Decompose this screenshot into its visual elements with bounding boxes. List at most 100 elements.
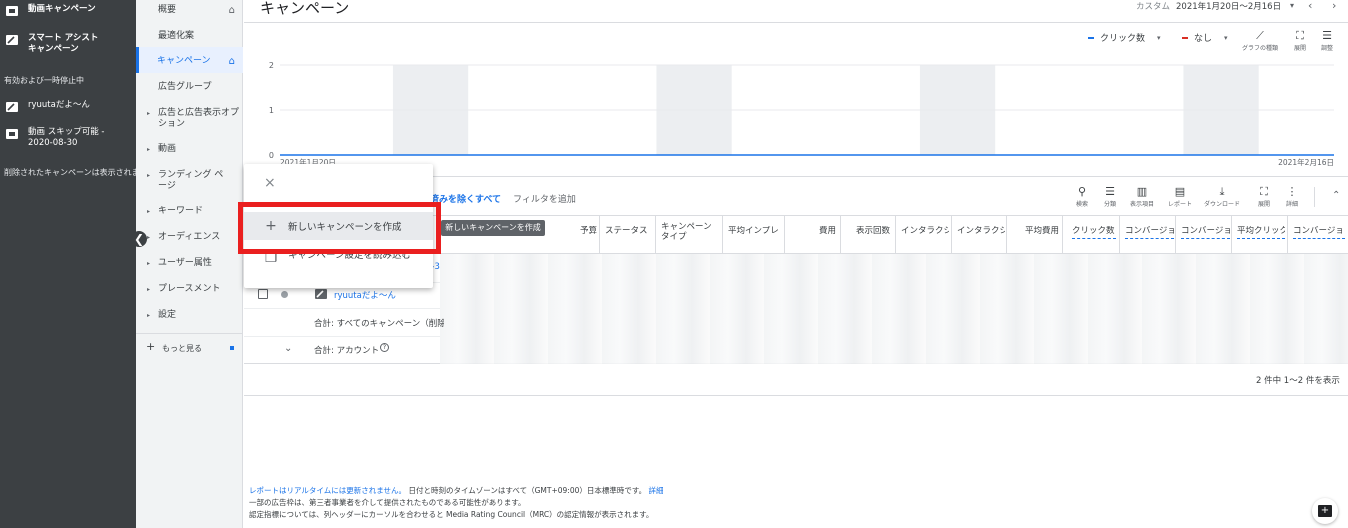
table-columns-button[interactable]: ▥ 表示項目 bbox=[1130, 185, 1154, 208]
column-header-conversions[interactable]: コンバージョ bbox=[1125, 226, 1174, 239]
home-icon: ⌂ bbox=[228, 56, 235, 67]
table-report-button[interactable]: ▤ レポート bbox=[1168, 185, 1192, 208]
create-campaign-tooltip: 新しいキャンペーンを作成 bbox=[441, 220, 545, 236]
columns-icon: ▥ bbox=[1136, 185, 1148, 198]
chart-type-button[interactable]: ⟋ グラフの種類 bbox=[1242, 29, 1278, 52]
column-divider bbox=[599, 216, 600, 254]
tree-item-campaign-ryuuta[interactable]: ryuutaだよ～ん bbox=[0, 100, 136, 112]
tree-item-label: ryuutaだよ～ん bbox=[28, 100, 90, 110]
chart-adjust-button[interactable]: ☰ 調整 bbox=[1321, 29, 1333, 52]
column-header-clicks[interactable]: クリック数 bbox=[1072, 226, 1116, 239]
table-expand-button[interactable]: ⛶ 展開 bbox=[1258, 185, 1270, 208]
report-icon: ▤ bbox=[1174, 185, 1186, 198]
date-range-value[interactable]: 2021年1月20日～2月16日 bbox=[1176, 0, 1281, 12]
column-header-conversion-rate[interactable]: コンバージョ bbox=[1293, 226, 1345, 239]
nav-item-demographics[interactable]: ▸ ユーザー属性 bbox=[136, 258, 243, 269]
column-divider bbox=[840, 216, 841, 254]
section-active-label: 有効および一時停止中 bbox=[4, 76, 84, 85]
nav-item-keywords[interactable]: ▸ キーワード bbox=[136, 206, 243, 217]
search-icon: ⚲ bbox=[1077, 185, 1087, 198]
campaign-tree-panel: 動画キャンペーン スマート アシスト キャンペーン 有効および一時停止中 ryu… bbox=[0, 0, 140, 528]
home-icon: ⌂ bbox=[228, 5, 235, 16]
date-dropdown-icon[interactable]: ▾ bbox=[1290, 1, 1294, 10]
column-header-impressions[interactable]: 表示回数 bbox=[846, 226, 890, 236]
next-period-icon[interactable]: › bbox=[1332, 0, 1336, 12]
nav-divider bbox=[136, 333, 243, 334]
expand-icon: ⛶ bbox=[1296, 29, 1304, 42]
column-divider bbox=[655, 216, 656, 254]
feedback-button[interactable]: + bbox=[1312, 498, 1338, 524]
column-divider bbox=[1062, 216, 1063, 254]
nav-item-landing-pages[interactable]: ▸ ランディング ページ bbox=[136, 170, 243, 192]
collapse-table-icon[interactable]: ⌃ bbox=[1332, 190, 1340, 201]
video-icon bbox=[6, 6, 18, 16]
tree-item-video-campaigns[interactable]: 動画キャンペーン bbox=[0, 4, 136, 16]
performance-chart-card: クリック数 ▾ なし ▾ ⟋ グラフの種類 ⛶ 展開 ☰ 調整 2 1 0 2021年1月2… bbox=[244, 22, 1348, 177]
column-divider bbox=[1287, 216, 1288, 254]
smart-assist-icon bbox=[6, 35, 18, 45]
caret-right-icon: ▸ bbox=[147, 260, 151, 267]
table-download-button[interactable]: ⤓ ダウンロード bbox=[1204, 185, 1240, 208]
realtime-notice-link[interactable]: レポートはリアルタイムには更新されません。 bbox=[249, 486, 406, 495]
column-header-avg-cost[interactable]: 平均費用 bbox=[1012, 226, 1059, 236]
details-link[interactable]: 詳細 bbox=[649, 486, 664, 495]
y-tick-label: 0 bbox=[269, 151, 274, 160]
nav-item-audiences[interactable]: ▸ オーディエンス bbox=[136, 232, 243, 243]
nav-item-recommendations[interactable]: 最適化案 bbox=[136, 31, 243, 42]
table-more-button[interactable]: ⋮ 詳細 bbox=[1286, 185, 1298, 208]
table-segment-button[interactable]: ☰ 分類 bbox=[1104, 185, 1116, 208]
adjust-icon: ☰ bbox=[1322, 29, 1332, 42]
caret-right-icon: ▸ bbox=[147, 234, 151, 241]
metric1-select[interactable]: クリック数 ▾ bbox=[1088, 31, 1161, 44]
campaign-name-link[interactable]: ryuutaだよ～ん bbox=[334, 289, 396, 301]
row-divider bbox=[244, 336, 440, 337]
chart-expand-button[interactable]: ⛶ 展開 bbox=[1294, 29, 1306, 52]
tree-item-campaign-video[interactable]: 動画 スキップ可能 - 2020-08-30 bbox=[0, 127, 136, 149]
nav-item-overview[interactable]: 概要 ⌂ bbox=[136, 5, 243, 16]
column-header-avg-cpm[interactable]: 平均インプレ bbox=[728, 226, 780, 236]
load-campaign-settings-menu-item[interactable]: ❐ キャンペーン設定を読み込む bbox=[244, 250, 433, 280]
footnote-line1: レポートはリアルタイムには更新されません。 日付と時刻のタイムゾーンはすべて（G… bbox=[249, 486, 664, 495]
metric2-select[interactable]: なし ▾ bbox=[1182, 31, 1228, 44]
caret-right-icon: ▸ bbox=[147, 286, 151, 293]
column-divider bbox=[784, 216, 785, 254]
expand-icon: ⛶ bbox=[1260, 185, 1268, 198]
row-checkbox[interactable] bbox=[258, 289, 268, 299]
column-header-cost[interactable]: 費用 bbox=[790, 226, 836, 236]
column-header-avg-cpc[interactable]: 平均クリック bbox=[1237, 226, 1285, 239]
metric1-swatch bbox=[1088, 36, 1094, 39]
tree-item-label: 動画キャンペーン bbox=[28, 4, 96, 14]
column-header-interaction-rate[interactable]: インタラクシ bbox=[957, 226, 1005, 236]
column-header-status[interactable]: ステータス bbox=[605, 226, 653, 236]
row-divider bbox=[244, 308, 440, 309]
add-filter-button[interactable]: フィルタを追加 bbox=[513, 192, 576, 205]
column-divider bbox=[1006, 216, 1007, 254]
column-divider bbox=[1231, 216, 1232, 254]
column-header-conversion-value[interactable]: コンバージョ bbox=[1181, 226, 1230, 239]
highlight-annotation-box bbox=[238, 202, 441, 254]
column-divider bbox=[722, 216, 723, 254]
nav-item-settings[interactable]: ▸ 設定 bbox=[136, 310, 243, 321]
column-header-campaign-type[interactable]: キャンペーン タイプ bbox=[661, 222, 717, 242]
close-icon[interactable]: × bbox=[264, 175, 276, 191]
table-search-button[interactable]: ⚲ 検索 bbox=[1076, 185, 1088, 208]
nav-more-button[interactable]: + もっと見る bbox=[136, 341, 243, 354]
nav-item-videos[interactable]: ▸ 動画 bbox=[136, 144, 243, 155]
nav-item-ads-extensions[interactable]: ▸ 広告と広告表示オプション bbox=[136, 108, 243, 130]
prev-period-icon[interactable]: ‹ bbox=[1308, 0, 1312, 12]
column-header-budget[interactable]: 予算 bbox=[553, 226, 597, 236]
nav-item-placements[interactable]: ▸ プレースメント bbox=[136, 284, 243, 295]
caret-right-icon: ▸ bbox=[147, 146, 151, 153]
toolbar-divider bbox=[1314, 187, 1315, 207]
collapse-panel-button[interactable]: ❮ bbox=[131, 231, 147, 247]
nav-item-ad-groups[interactable]: 広告グループ bbox=[136, 82, 243, 93]
chevron-down-icon[interactable]: ⌄ bbox=[284, 343, 292, 354]
help-icon[interactable]: ? bbox=[380, 343, 389, 352]
status-dot-icon bbox=[281, 291, 288, 298]
nav-item-campaigns[interactable]: キャンペーン ⌂ bbox=[136, 47, 243, 73]
metric2-swatch bbox=[1182, 36, 1188, 39]
total-account-row: 合計: アカウント bbox=[314, 346, 380, 356]
column-header-interactions[interactable]: インタラクシ bbox=[901, 226, 949, 236]
total-campaigns-row: 合計: すべてのキャンペーン（削除済 bbox=[314, 319, 444, 329]
tree-item-smart-assist[interactable]: スマート アシスト キャンペーン bbox=[0, 33, 136, 55]
